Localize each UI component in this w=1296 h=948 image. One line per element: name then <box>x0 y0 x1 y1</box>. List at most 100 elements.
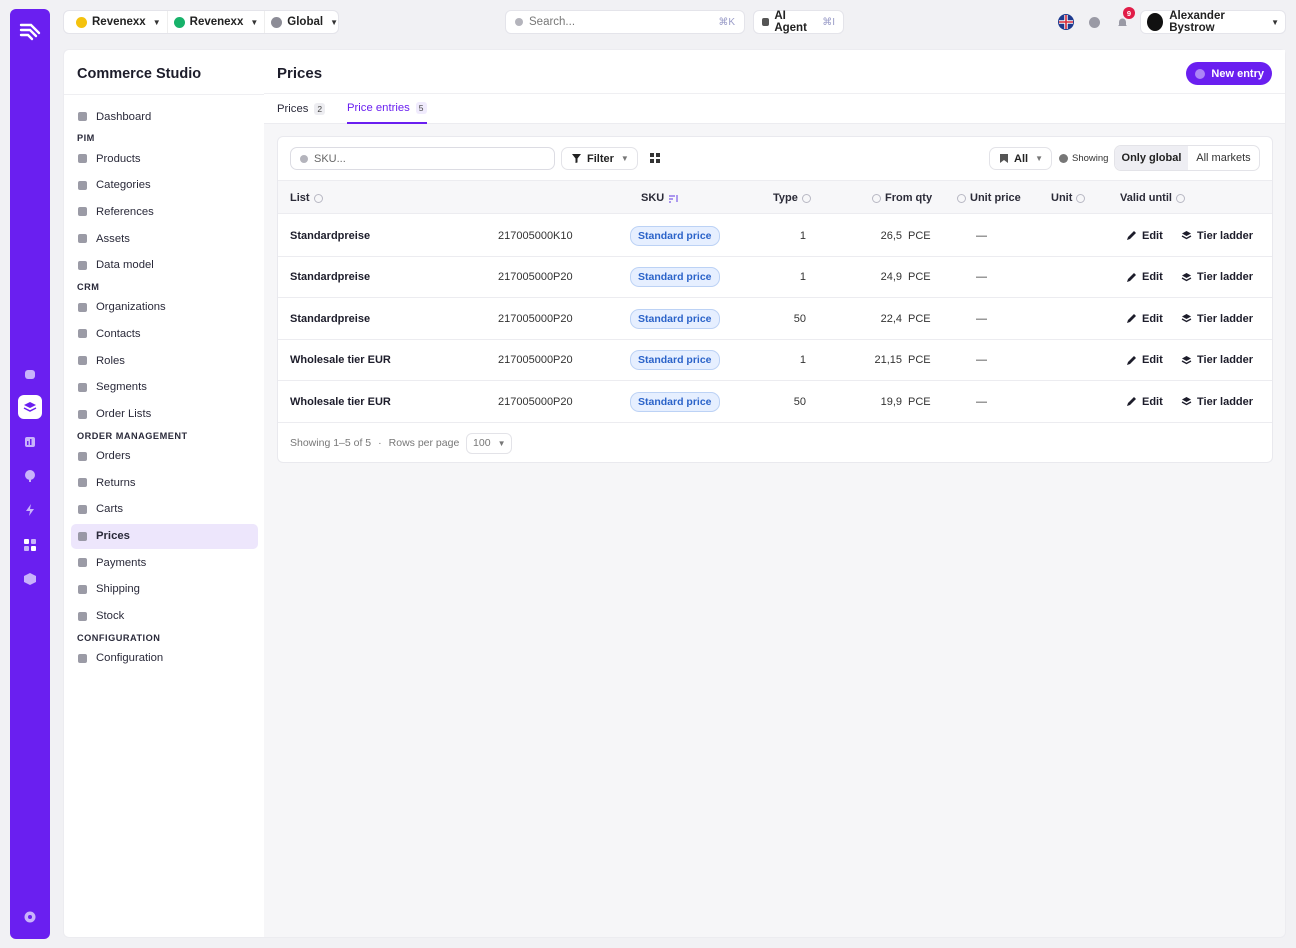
sidebar-item-segments[interactable]: Segments <box>71 375 258 400</box>
language-flag-icon[interactable] <box>1057 13 1075 31</box>
column-header-unit-price[interactable]: Unit price <box>957 181 1021 215</box>
segments-icon <box>78 382 87 392</box>
new-entry-button[interactable]: New entry <box>1186 62 1272 85</box>
sidebar-item-carts[interactable]: Carts <box>71 497 258 522</box>
column-header-from-qty[interactable]: From qty <box>872 181 932 215</box>
column-header-type[interactable]: Type <box>773 181 811 215</box>
sidebar-item-categories[interactable]: Categories <box>71 173 258 198</box>
edit-button[interactable]: Edit <box>1126 257 1163 298</box>
sidebar-item-contacts[interactable]: Contacts <box>71 321 258 346</box>
market-scope-toggle: Only global All markets <box>1114 145 1260 171</box>
header-label: Unit price <box>970 192 1021 204</box>
ai-agent-button[interactable]: AI Agent ⌘I <box>753 10 844 34</box>
stack-icon <box>1181 397 1192 406</box>
cell-from-qty: 50 <box>793 312 806 325</box>
settings-icon[interactable] <box>18 905 42 929</box>
sidebar-item-dashboard[interactable]: Dashboard <box>71 104 258 129</box>
edit-label: Edit <box>1142 312 1163 325</box>
sidebar-item-label: Carts <box>96 503 123 516</box>
edit-button[interactable]: Edit <box>1126 298 1163 339</box>
returns-icon <box>78 478 87 488</box>
list-select[interactable]: All ▼ <box>989 147 1052 170</box>
app-logo-icon[interactable] <box>18 19 42 43</box>
org-selector[interactable]: Revenexx ▼ <box>70 11 167 33</box>
sidebar-item-assets[interactable]: Assets <box>71 226 258 251</box>
tier-ladder-label: Tier ladder <box>1197 312 1254 325</box>
tab-prices[interactable]: Prices 2 <box>277 94 326 124</box>
bell-icon[interactable]: 9 <box>1113 7 1135 31</box>
sidebar-item-label: References <box>96 205 154 218</box>
cell-list: Wholesale tier EUR <box>290 354 391 367</box>
table-row[interactable]: Wholesale tier EUR 217005000P20 Standard p… <box>278 381 1272 423</box>
help-icon[interactable] <box>1085 13 1103 31</box>
shipping-icon <box>78 584 87 594</box>
sidebar-item-orders[interactable]: Orders <box>71 444 258 469</box>
sidebar-item-products[interactable]: Products <box>71 146 258 171</box>
edit-button[interactable]: Edit <box>1126 340 1163 381</box>
all-markets-option[interactable]: All markets <box>1188 146 1259 170</box>
table-row[interactable]: Wholesale tier EUR 217005000P20 Standard p… <box>278 340 1272 382</box>
view-toggle-icon[interactable] <box>648 151 662 165</box>
sidebar-item-returns[interactable]: Returns <box>71 470 258 495</box>
analytics-icon[interactable] <box>18 430 42 454</box>
sidebar-item-label: Roles <box>96 354 125 367</box>
bulb-icon[interactable] <box>18 464 42 488</box>
cell-sku: 217005000K10 <box>498 229 573 242</box>
edit-button[interactable]: Edit <box>1126 215 1163 256</box>
lightning-icon[interactable] <box>18 498 42 522</box>
tier-ladder-button[interactable]: Tier ladder <box>1181 257 1253 298</box>
sidebar-item-organizations[interactable]: Organizations <box>71 295 258 320</box>
sku-search-input[interactable]: SKU... <box>290 147 555 170</box>
only-global-option[interactable]: Only global <box>1115 146 1188 170</box>
info-icon <box>1076 193 1086 203</box>
sidebar-item-label: Payments <box>96 556 147 569</box>
sidebar-item-prices[interactable]: Prices <box>71 523 258 549</box>
column-header-unit[interactable]: Unit <box>1051 181 1086 215</box>
global-search[interactable]: Search... ⌘K <box>505 10 745 34</box>
column-header-sku[interactable]: SKU <box>641 181 679 215</box>
sidebar-item-data-model[interactable]: Data model <box>71 253 258 278</box>
ai-agent-label: AI Agent <box>774 10 807 34</box>
store-selector[interactable]: Revenexx ▼ <box>166 11 265 33</box>
cell-type: Standard price <box>630 257 720 298</box>
edit-button[interactable]: Edit <box>1126 381 1163 422</box>
sidebar-item-order-lists[interactable]: Order Lists <box>71 402 258 427</box>
sidebar-item-configuration[interactable]: Configuration <box>71 646 258 671</box>
cell-valid-until: — <box>976 229 987 242</box>
table-row[interactable]: Standardpreise 217005000P20 Standard price… <box>278 257 1272 299</box>
sidebar-item-shipping[interactable]: Shipping <box>71 577 258 602</box>
pencil-icon <box>1127 355 1136 365</box>
cell-sku: 217005000P20 <box>498 354 573 367</box>
tier-ladder-button[interactable]: Tier ladder <box>1181 340 1253 381</box>
layers-icon[interactable] <box>18 395 42 419</box>
main-content: Prices New entry Prices 2 Price entries … <box>264 49 1286 938</box>
footer-separator: · <box>378 437 382 449</box>
sidebar-item-references[interactable]: References <box>71 199 258 224</box>
tab-price-entries[interactable]: Price entries 5 <box>347 94 427 124</box>
tier-ladder-button[interactable]: Tier ladder <box>1181 381 1253 422</box>
tier-ladder-button[interactable]: Tier ladder <box>1181 298 1253 339</box>
cube-icon[interactable] <box>18 567 42 591</box>
header-label: Unit <box>1051 192 1073 204</box>
sidebar-item-payments[interactable]: Payments <box>71 550 258 575</box>
store-name: Revenexx <box>189 16 244 28</box>
configuration-icon <box>78 653 87 663</box>
sidebar-item-stock[interactable]: Stock <box>71 604 258 629</box>
scope-selector[interactable]: Global ▼ <box>264 11 344 33</box>
sidebar-item-label: Dashboard <box>96 110 152 123</box>
table-row[interactable]: Standardpreise 217005000P20 Standard price… <box>278 298 1272 340</box>
rows-per-page-label: Rows per page <box>388 437 460 449</box>
user-menu[interactable]: Alexander Bystrow ▼ <box>1140 10 1286 34</box>
apps-icon[interactable] <box>18 533 42 557</box>
rows-per-page-select[interactable]: 100 ▼ <box>466 432 513 454</box>
sidebar-item-roles[interactable]: Roles <box>71 348 258 373</box>
sidebar-item-label: Assets <box>96 232 130 245</box>
column-header-valid-until[interactable]: Valid until <box>1120 181 1185 215</box>
tier-ladder-button[interactable]: Tier ladder <box>1181 215 1253 256</box>
column-header-list[interactable]: List <box>290 181 323 215</box>
home-icon[interactable] <box>18 362 42 386</box>
store-status-icon <box>173 16 185 28</box>
filter-button[interactable]: Filter ▼ <box>561 147 638 170</box>
table-row[interactable]: Standardpreise 217005000K10 Standard price… <box>278 215 1272 257</box>
stack-icon <box>1181 355 1192 365</box>
